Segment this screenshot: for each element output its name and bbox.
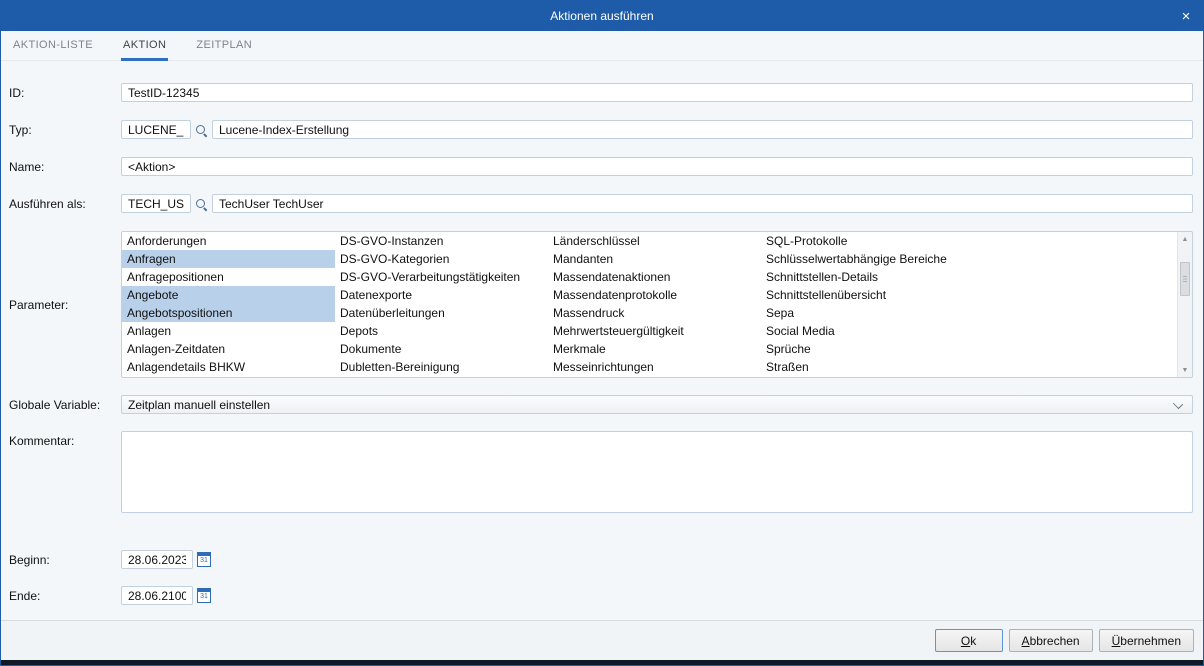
- kommentar-label: Kommentar:: [9, 431, 121, 448]
- id-input[interactable]: [121, 83, 1193, 102]
- parameter-item[interactable]: Echtzeitdaten: [335, 376, 548, 377]
- parameter-item[interactable]: Länderschlüssel: [548, 232, 761, 250]
- beginn-calendar-icon[interactable]: 31: [197, 552, 211, 567]
- typ-label: Typ:: [9, 123, 121, 137]
- scroll-up-icon[interactable]: ▲: [1178, 232, 1192, 246]
- parameter-item[interactable]: Anfragen: [122, 250, 335, 268]
- parameter-item[interactable]: Anlagen: [122, 322, 335, 340]
- typ-row: Typ: Lucene-Index-Erstellung: [9, 120, 1193, 139]
- parameter-item[interactable]: Datenüberleitungen: [335, 304, 548, 322]
- parameter-item[interactable]: Social Media: [761, 322, 974, 340]
- parameter-listbox[interactable]: AnforderungenAnfragenAnfragepositionenAn…: [121, 231, 1193, 378]
- parameter-item[interactable]: Schnittstellenübersicht: [761, 286, 974, 304]
- globale-variable-dropdown[interactable]: Zeitplan manuell einstellen: [121, 395, 1193, 414]
- parameter-item[interactable]: Messeinrichtungen: [548, 358, 761, 376]
- parameter-item[interactable]: Schnittstellen-Details: [761, 268, 974, 286]
- ausfuehren-als-row: Ausführen als: TechUser TechUser: [9, 194, 1193, 213]
- parameter-item[interactable]: Datenexporte: [335, 286, 548, 304]
- parameter-item[interactable]: Anlagen-Zeitdaten: [122, 340, 335, 358]
- parameter-item[interactable]: Angebote: [122, 286, 335, 304]
- parameter-item[interactable]: Massendatenprotokolle: [548, 286, 761, 304]
- dialog-window: Aktionen ausführen × AKTION-LISTE AKTION…: [0, 0, 1204, 666]
- parameter-item[interactable]: Massendatenaktionen: [548, 268, 761, 286]
- ausfuehren-als-description: TechUser TechUser: [212, 194, 1193, 213]
- name-input[interactable]: [121, 157, 1193, 176]
- close-icon[interactable]: ×: [1169, 1, 1203, 31]
- globale-variable-value: Zeitplan manuell einstellen: [128, 398, 270, 412]
- chevron-down-icon: [1173, 399, 1183, 409]
- ausfuehren-als-search-icon[interactable]: [194, 197, 208, 211]
- tab-aktion-liste[interactable]: AKTION-LISTE: [11, 31, 95, 61]
- parameter-column: DS-GVO-InstanzenDS-GVO-KategorienDS-GVO-…: [335, 232, 548, 377]
- dialog-body: ID: Typ: Lucene-Index-Erstellung Name: A…: [1, 61, 1203, 620]
- parameter-item[interactable]: Dokumente: [335, 340, 548, 358]
- parameter-scrollbar[interactable]: ▲ ▼: [1177, 232, 1192, 377]
- name-label: Name:: [9, 160, 121, 174]
- tab-zeitplan[interactable]: ZEITPLAN: [194, 31, 254, 61]
- parameter-item[interactable]: Anlagendetails BHKW: [122, 358, 335, 376]
- beginn-date-input[interactable]: [121, 550, 193, 569]
- tab-bar: AKTION-LISTE AKTION ZEITPLAN: [1, 31, 1203, 61]
- parameter-column: LänderschlüsselMandantenMassendatenaktio…: [548, 232, 761, 377]
- parameter-item[interactable]: Depots: [335, 322, 548, 340]
- parameter-columns: AnforderungenAnfragenAnfragepositionenAn…: [122, 232, 1192, 377]
- ende-date-input[interactable]: [121, 586, 193, 605]
- kommentar-row: Kommentar:: [9, 431, 1193, 513]
- parameter-item[interactable]: Stromlieferungen: [761, 376, 974, 377]
- parameter-item[interactable]: Sepa: [761, 304, 974, 322]
- window-bottom-edge: [1, 660, 1203, 665]
- name-row: Name:: [9, 157, 1193, 176]
- ok-button[interactable]: Ok: [935, 629, 1003, 652]
- ausfuehren-als-code-input[interactable]: [121, 194, 191, 213]
- parameter-item[interactable]: DS-GVO-Instanzen: [335, 232, 548, 250]
- parameter-column: SQL-ProtokolleSchlüsselwertabhängige Ber…: [761, 232, 974, 377]
- uebernehmen-button[interactable]: Übernehmen: [1099, 629, 1194, 652]
- parameter-item[interactable]: DS-GVO-Kategorien: [335, 250, 548, 268]
- parameter-item[interactable]: Anlagendetails PV-Anlage: [122, 376, 335, 377]
- scrollbar-thumb[interactable]: [1180, 262, 1190, 296]
- window-title: Aktionen ausführen: [550, 9, 653, 23]
- id-row: ID:: [9, 83, 1193, 102]
- kommentar-textarea[interactable]: [121, 431, 1193, 513]
- button-bar: Ok Abbrechen Übernehmen: [1, 620, 1203, 660]
- parameter-item[interactable]: Mindestabnahmen: [548, 376, 761, 377]
- parameter-item[interactable]: Straßen: [761, 358, 974, 376]
- ende-label: Ende:: [9, 589, 121, 603]
- parameter-item[interactable]: Sprüche: [761, 340, 974, 358]
- title-bar: Aktionen ausführen ×: [1, 1, 1203, 31]
- globale-variable-row: Globale Variable: Zeitplan manuell einst…: [9, 395, 1193, 414]
- parameter-item[interactable]: Angebotspositionen: [122, 304, 335, 322]
- parameter-column: AnforderungenAnfragenAnfragepositionenAn…: [122, 232, 335, 377]
- scroll-down-icon[interactable]: ▼: [1178, 363, 1192, 377]
- typ-search-icon[interactable]: [194, 123, 208, 137]
- parameter-item[interactable]: Dubletten-Bereinigung: [335, 358, 548, 376]
- beginn-label: Beginn:: [9, 553, 121, 567]
- parameter-item[interactable]: Anfragepositionen: [122, 268, 335, 286]
- parameter-item[interactable]: Mehrwertsteuergültigkeit: [548, 322, 761, 340]
- abbrechen-button[interactable]: Abbrechen: [1009, 629, 1093, 652]
- beginn-row: Beginn: 31: [9, 550, 1193, 569]
- ende-calendar-icon[interactable]: 31: [197, 588, 211, 603]
- typ-code-input[interactable]: [121, 120, 191, 139]
- ausfuehren-als-label: Ausführen als:: [9, 197, 121, 211]
- id-label: ID:: [9, 86, 121, 100]
- parameter-label: Parameter:: [9, 298, 121, 312]
- parameter-item[interactable]: Merkmale: [548, 340, 761, 358]
- parameter-item[interactable]: Schlüsselwertabhängige Bereiche: [761, 250, 974, 268]
- ende-row: Ende: 31: [9, 586, 1193, 605]
- parameter-row: Parameter: AnforderungenAnfragenAnfragep…: [9, 231, 1193, 378]
- parameter-item[interactable]: DS-GVO-Verarbeitungstätigkeiten: [335, 268, 548, 286]
- parameter-item[interactable]: Anforderungen: [122, 232, 335, 250]
- tab-aktion[interactable]: AKTION: [121, 31, 168, 61]
- typ-description: Lucene-Index-Erstellung: [212, 120, 1193, 139]
- scrollbar-track[interactable]: [1178, 246, 1192, 363]
- globale-variable-label: Globale Variable:: [9, 398, 121, 412]
- parameter-item[interactable]: Massendruck: [548, 304, 761, 322]
- parameter-item[interactable]: SQL-Protokolle: [761, 232, 974, 250]
- parameter-item[interactable]: Mandanten: [548, 250, 761, 268]
